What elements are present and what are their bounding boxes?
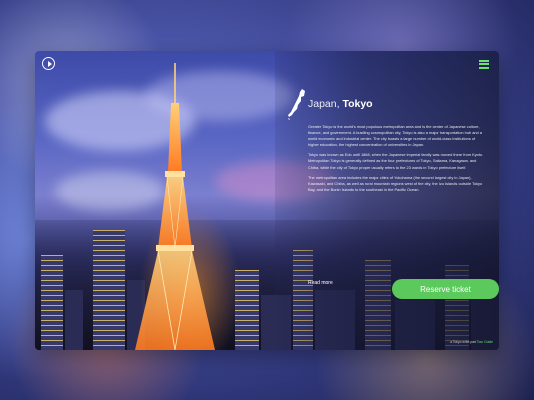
tokyo-tower bbox=[135, 63, 215, 350]
page-title: Japan, Tokyo bbox=[308, 98, 373, 110]
play-icon[interactable] bbox=[42, 57, 55, 70]
japan-map-icon bbox=[288, 89, 305, 120]
hamburger-menu-icon[interactable] bbox=[479, 60, 489, 69]
description: Greater Tokyo is the world's most populo… bbox=[308, 124, 486, 197]
info-panel bbox=[275, 51, 499, 350]
paragraph: Tokyo was known as Edo until 1868, when … bbox=[308, 152, 484, 170]
building bbox=[65, 290, 83, 350]
building bbox=[93, 230, 125, 350]
title-country: Japan, bbox=[308, 98, 343, 110]
title-city: Tokyo bbox=[342, 98, 373, 110]
hero-card: Japan, Tokyo Greater Tokyo is the world'… bbox=[35, 51, 499, 350]
paragraph: The metropolitan area includes the major… bbox=[308, 174, 483, 192]
reserve-ticket-button[interactable]: Reserve ticket bbox=[392, 279, 499, 299]
credit-text: a Tokyo write part Tour Guide bbox=[450, 340, 493, 344]
building bbox=[41, 255, 63, 350]
paragraph: Greater Tokyo is the world's most populo… bbox=[308, 124, 482, 148]
read-more-link[interactable]: Read more bbox=[308, 280, 333, 286]
